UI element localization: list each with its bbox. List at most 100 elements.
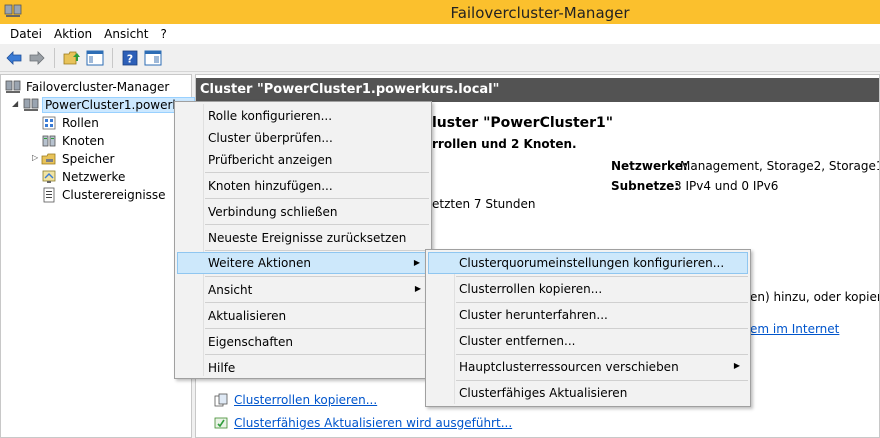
menu-separator: [456, 380, 748, 381]
tree-node-netzwerke[interactable]: Netzwerke: [41, 168, 125, 186]
tree-node-rollen[interactable]: Rollen: [41, 114, 99, 132]
menu-separator: [205, 276, 429, 277]
events-icon: [43, 187, 55, 203]
help-button[interactable]: ?: [120, 48, 140, 68]
menu-item-close-connection[interactable]: Verbindung schließen: [177, 201, 429, 223]
subnets-value: 3 IPv4 und 0 IPv6: [674, 179, 779, 193]
forward-button[interactable]: [27, 48, 47, 68]
menu-separator: [205, 328, 429, 329]
cau-action[interactable]: Clusterfähiges Aktualisieren wird ausgef…: [214, 416, 512, 430]
tree-root[interactable]: Failovercluster-Manager: [5, 78, 169, 96]
tree-node-cluster[interactable]: PowerCluster1.powerkur: [23, 96, 195, 114]
tree-node-label: Netzwerke: [62, 170, 126, 184]
cluster-icon: [23, 98, 39, 111]
network-icon: [42, 170, 56, 183]
tree-node-label: Clusterereignisse: [62, 188, 166, 202]
cau-link[interactable]: Clusterfähiges Aktualisieren wird ausgef…: [234, 416, 512, 430]
menu-aktion[interactable]: Aktion: [48, 27, 98, 41]
console-tree: Failovercluster-Manager ◢ PowerCluster1.…: [0, 74, 195, 438]
summary-title: luster "PowerCluster1": [432, 115, 614, 131]
networks-value: Management, Storage2, Storage1: [680, 159, 880, 173]
menu-item-more-actions-label: Weitere Aktionen: [208, 256, 311, 270]
summary-text: rrollen und 2 Knoten.: [432, 137, 577, 151]
submenu-item-quorum-settings[interactable]: Clusterquorumeinstellungen konfigurieren…: [428, 252, 748, 274]
window-title: Failovercluster-Manager: [450, 4, 630, 22]
menu-separator: [456, 302, 748, 303]
submenu-item-shutdown-cluster[interactable]: Cluster herunterfahren...: [428, 304, 748, 326]
menu-item-help[interactable]: Hilfe: [177, 357, 429, 379]
nodes-icon: [42, 135, 56, 147]
submenu-item-move-core-resources-label: Hauptclusterressourcen verschieben: [459, 360, 679, 374]
back-arrow-icon: [6, 50, 22, 65]
menu-datei[interactable]: Datei: [4, 27, 48, 41]
menu-item-add-node[interactable]: Knoten hinzufügen...: [177, 175, 429, 197]
storage-icon: [41, 153, 56, 165]
tree-node-knoten[interactable]: Knoten: [41, 132, 105, 150]
menu-separator: [205, 354, 429, 355]
copy-roles-action[interactable]: Clusterrollen kopieren...: [214, 393, 377, 407]
events-text: etzten 7 Stunden: [432, 197, 536, 211]
title-bar: Failovercluster-Manager: [0, 0, 880, 24]
page-title: Cluster "PowerCluster1.powerkurs.local": [196, 78, 879, 102]
tree-node-label: Knoten: [62, 134, 105, 148]
up-folder-button[interactable]: [62, 48, 82, 68]
menu-separator: [456, 276, 748, 277]
more-actions-submenu: Clusterquorumeinstellungen konfigurieren…: [425, 249, 751, 407]
partial-text: en) hinzu, oder kopieren Si: [750, 290, 879, 304]
menu-item-reset-events[interactable]: Neueste Ereignisse zurücksetzen: [177, 227, 429, 249]
menu-item-more-actions[interactable]: Weitere Aktionen ▶: [177, 252, 429, 274]
tree-node-cluster-label: PowerCluster1.powerkur: [42, 97, 195, 113]
menu-separator: [456, 328, 748, 329]
toolbar-separator: [112, 47, 113, 68]
copy-roles-link[interactable]: Clusterrollen kopieren...: [234, 393, 377, 407]
submenu-arrow-icon: ▶: [413, 258, 420, 267]
submenu-item-cluster-aware-updating[interactable]: Clusterfähiges Aktualisieren: [428, 382, 748, 404]
menu-ansicht[interactable]: Ansicht: [98, 27, 154, 41]
show-hide-tree-button[interactable]: [85, 48, 105, 68]
cluster-update-icon: [214, 417, 228, 429]
submenu-item-move-core-resources[interactable]: Hauptclusterressourcen verschieben ▶: [428, 356, 748, 378]
console-tree-icon: [86, 50, 104, 65]
submenu-item-copy-roles[interactable]: Clusterrollen kopieren...: [428, 278, 748, 300]
menu-item-validate-cluster[interactable]: Cluster überprüfen...: [177, 127, 429, 149]
tree-root-label: Failovercluster-Manager: [26, 80, 170, 94]
cluster-manager-icon: [5, 80, 21, 93]
menu-item-view[interactable]: Ansicht ▶: [177, 279, 429, 301]
roles-icon: [42, 116, 56, 130]
menu-separator: [205, 250, 429, 251]
folder-up-icon: [63, 51, 80, 64]
menu-help[interactable]: ?: [154, 27, 172, 41]
menu-separator: [205, 198, 429, 199]
action-pane-button[interactable]: [143, 48, 163, 68]
menu-item-refresh[interactable]: Aktualisieren: [177, 305, 429, 327]
copy-roles-icon: [214, 393, 228, 407]
menu-item-configure-role[interactable]: Rolle konfigurieren...: [177, 105, 429, 127]
menu-separator: [205, 172, 429, 173]
menu-bar: Datei Aktion Ansicht ?: [0, 24, 880, 44]
tree-node-clusterereignisse[interactable]: Clusterereignisse: [41, 186, 166, 204]
subnets-label: Subnetze:: [611, 179, 680, 193]
submenu-arrow-icon: ▶: [733, 361, 740, 370]
tree-node-speicher[interactable]: Speicher: [41, 150, 114, 168]
menu-item-view-label: Ansicht: [208, 283, 253, 297]
help-icon: ?: [122, 50, 138, 65]
svg-text:?: ?: [127, 52, 133, 65]
expand-icon[interactable]: ▷: [32, 153, 38, 162]
networks-label: Netzwerke:: [611, 159, 688, 173]
menu-item-view-report[interactable]: Prüfbericht anzeigen: [177, 149, 429, 171]
tree-node-label: Speicher: [62, 152, 115, 166]
menu-separator: [456, 354, 748, 355]
online-help-link[interactable]: em im Internet: [750, 322, 839, 336]
toolbar-separator: [54, 47, 55, 68]
menu-separator: [205, 224, 429, 225]
submenu-item-destroy-cluster[interactable]: Cluster entfernen...: [428, 330, 748, 352]
collapse-icon[interactable]: ◢: [12, 99, 18, 108]
forward-arrow-icon: [29, 50, 45, 65]
submenu-arrow-icon: ▶: [414, 284, 421, 293]
action-pane-icon: [144, 50, 162, 65]
menu-item-properties[interactable]: Eigenschaften: [177, 331, 429, 353]
tree-node-label: Rollen: [62, 116, 99, 130]
menu-separator: [205, 302, 429, 303]
toolbar: ?: [0, 44, 880, 72]
back-button[interactable]: [4, 48, 24, 68]
